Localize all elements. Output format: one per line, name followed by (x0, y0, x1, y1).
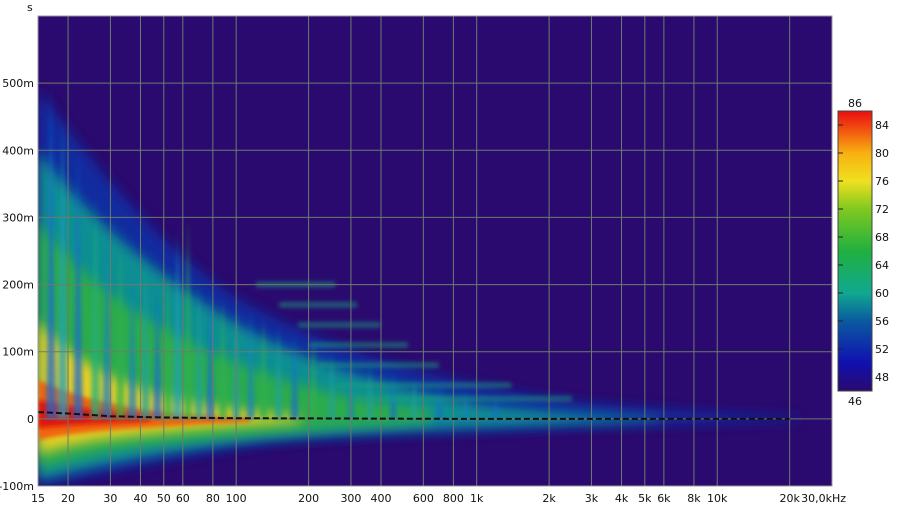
x-tick-label: 6k (657, 492, 671, 505)
x-tick-label: 80 (206, 492, 220, 505)
x-tick-label: 15 (31, 492, 45, 505)
x-tick-label: 3k (585, 492, 599, 505)
x-tick-label: 100 (226, 492, 247, 505)
x-tick-label: 20 (61, 492, 75, 505)
x-tick-label: 40 (133, 492, 147, 505)
y-tick-label: 0 (27, 413, 34, 426)
colorbar-min-label: 46 (848, 395, 862, 408)
colorbar-tick-label: 60 (875, 287, 889, 300)
spectrogram-chart: s 500m 400m 300m 200m 100m 0 -100m 15 20 30 40 50 6… (0, 1, 889, 505)
decay-band (350, 395, 573, 402)
x-tick-label: 4k (615, 492, 629, 505)
y-tick-label: 400m (2, 144, 34, 157)
decay-band (297, 321, 381, 328)
x-tick-label: 5k (638, 492, 652, 505)
x-tick-label: 8k (687, 492, 701, 505)
y-tick-label: 100m (2, 346, 34, 359)
x-tick-label: 300 (340, 492, 361, 505)
colorbar-tick-label: 68 (875, 231, 889, 244)
x-tick-label: 30,0kHz (801, 492, 846, 505)
colorbar-tick-label: 52 (875, 343, 889, 356)
y-tick-label: 300m (2, 211, 34, 224)
x-axis-tick-labels: 15 20 30 40 50 60 80 100 200 300 400 600 800 1k 2k 3k 4k… (31, 492, 846, 505)
y-tick-label: 500m (2, 77, 34, 90)
spectrogram-figure: s 500m 400m 300m 200m 100m 0 -100m 15 20 30 40 50 6… (0, 0, 900, 508)
x-tick-label: 400 (370, 492, 391, 505)
decay-band (308, 342, 409, 348)
colorbar-max-label: 86 (848, 97, 862, 110)
x-tick-label: 600 (413, 492, 434, 505)
colorbar-gradient (837, 110, 873, 392)
colorbar-tick-label: 64 (875, 259, 889, 272)
x-tick-label: 2k (542, 492, 556, 505)
x-tick-label: 50 (157, 492, 171, 505)
colorbar: 86 46 48 52 56 60 64 68 72 76 80 84 (837, 97, 889, 408)
colorbar-tick-label: 76 (875, 175, 889, 188)
decay-band (278, 301, 358, 308)
x-tick-label: 20k (779, 492, 800, 505)
x-tick-label: 200 (298, 492, 319, 505)
x-tick-label: 800 (443, 492, 464, 505)
x-tick-label: 10k (707, 492, 728, 505)
y-axis-unit-label: s (27, 1, 33, 14)
colorbar-tick-label: 72 (875, 203, 889, 216)
x-tick-label: 30 (103, 492, 117, 505)
decay-band (318, 362, 440, 369)
y-tick-label: 200m (2, 279, 34, 292)
colorbar-tick-label: 84 (875, 119, 889, 132)
y-axis-tick-labels: 500m 400m 300m 200m 100m 0 -100m (0, 77, 34, 493)
y-tick-label: -100m (0, 480, 34, 493)
colorbar-tick-label: 80 (875, 147, 889, 160)
colorbar-tick-label: 56 (875, 315, 889, 328)
decay-band (335, 382, 512, 389)
x-tick-label: 1k (470, 492, 484, 505)
colorbar-tick-label: 48 (875, 371, 889, 384)
x-tick-label: 60 (176, 492, 190, 505)
